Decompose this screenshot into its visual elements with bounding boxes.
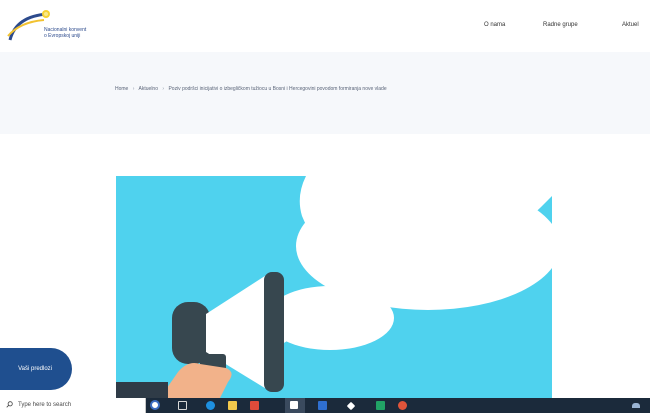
breadcrumb-home[interactable]: Home — [115, 86, 128, 92]
breadcrumb: Home › Aktuelno › Poziv podršci inicijat… — [115, 86, 390, 92]
site-logo[interactable]: Nacionalni konvent o Evropskoj uniji — [6, 6, 126, 44]
suggestions-button[interactable]: Vaši predlozi — [0, 348, 72, 390]
taskbar: Type here to search — [0, 398, 650, 413]
nav-item-working-groups[interactable]: Radne grupe — [543, 22, 578, 28]
cortana-icon[interactable] — [150, 400, 160, 410]
pin-icon[interactable] — [346, 401, 356, 411]
active-app-icon[interactable] — [290, 401, 298, 409]
taskbar-search-input[interactable]: Type here to search — [0, 398, 146, 413]
site-header: Nacionalni konvent o Evropskoj uniji O n… — [0, 0, 650, 52]
logo-text: Nacionalni konvent o Evropskoj uniji — [44, 27, 87, 39]
task-view-icon[interactable] — [178, 401, 187, 410]
file-explorer-icon[interactable] — [228, 401, 237, 410]
nav-item-news[interactable]: Aktuel — [622, 22, 639, 28]
breadcrumb-separator: › — [162, 86, 165, 92]
excel-icon[interactable] — [376, 401, 385, 410]
word-icon[interactable] — [318, 401, 327, 410]
breadcrumb-separator: › — [132, 86, 135, 92]
page: Nacionalni konvent o Evropskoj uniji O n… — [0, 0, 650, 413]
hero-image — [116, 176, 552, 398]
breadcrumb-band: Home › Aktuelno › Poziv podršci inicijat… — [0, 52, 650, 134]
edge-icon[interactable] — [206, 401, 215, 410]
megaphone-illustration — [116, 176, 552, 398]
breadcrumb-news[interactable]: Aktuelno — [139, 86, 158, 92]
tray-icon[interactable] — [632, 403, 640, 408]
nav-item-about[interactable]: O nama — [484, 22, 505, 28]
breadcrumb-current: Poziv podršci inicijativi o izbegličkom … — [168, 86, 387, 92]
search-icon — [6, 401, 13, 408]
powerpoint-icon[interactable] — [398, 401, 407, 410]
search-placeholder: Type here to search — [18, 402, 72, 408]
store-icon[interactable] — [250, 401, 259, 410]
